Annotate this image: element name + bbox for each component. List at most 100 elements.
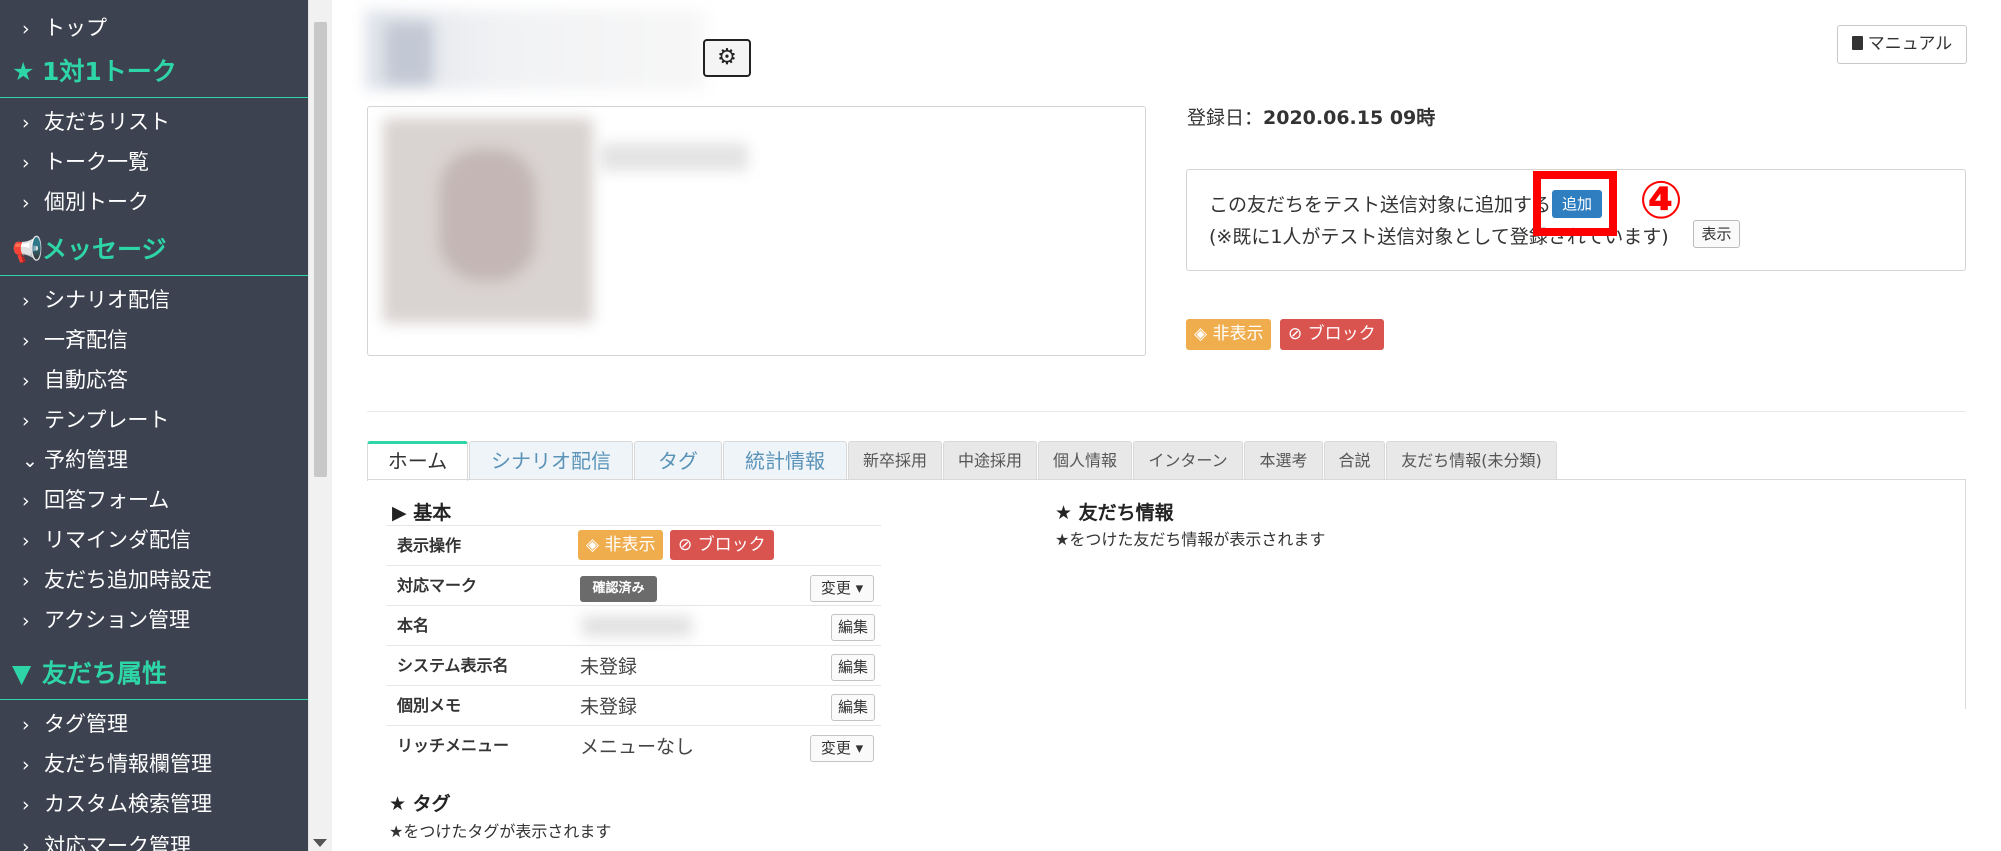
sidebar-scrollbar[interactable] — [308, 0, 332, 851]
chevron-right-icon: › — [22, 570, 30, 592]
block-button[interactable]: ⊘ ブロック — [1280, 319, 1384, 350]
chevron-right-icon: › — [22, 610, 30, 632]
sidebar-label: 回答フォーム — [44, 488, 170, 512]
book-icon — [1851, 36, 1863, 50]
sidebar-label: 個別トーク — [44, 190, 149, 214]
change-rich-menu-button[interactable]: 変更 ▾ — [810, 735, 874, 762]
friend-info-note: ★をつけた友だち情報が表示されます — [1055, 530, 1326, 549]
tab-body-border — [367, 479, 1966, 480]
sidebar-label: 1対1トーク — [42, 57, 177, 86]
mark-badge: 確認済み — [580, 576, 657, 602]
sidebar-label: アクション管理 — [44, 608, 190, 632]
scroll-down-arrow-icon[interactable] — [313, 839, 327, 847]
ban-icon: ⊘ — [678, 535, 698, 555]
chevron-right-icon: › — [22, 490, 30, 512]
chevron-right-icon: › — [22, 330, 30, 352]
edit-real-name-button[interactable]: 編集 — [831, 614, 875, 641]
tab-body-border-right — [1965, 479, 1966, 709]
sidebar-item-17[interactable]: › 友だち情報欄管理 — [0, 744, 308, 784]
edit-system-name-button[interactable]: 編集 — [831, 654, 875, 681]
sidebar-item-14[interactable]: › アクション管理 — [0, 600, 308, 640]
sidebar-item-4[interactable]: › 個別トーク — [0, 182, 308, 222]
sidebar-item-9[interactable]: › テンプレート — [0, 400, 308, 440]
row-display-operation: 表示操作 ◈ 非表示 ⊘ ブロック — [387, 525, 881, 565]
sidebar-heading-1: ★ 1対1トーク — [0, 48, 308, 98]
tab-9[interactable]: 合説 — [1324, 441, 1385, 480]
sidebar-item-8[interactable]: › 自動応答 — [0, 360, 308, 400]
sidebar-item-3[interactable]: › トーク一覧 — [0, 142, 308, 182]
real-name-blurred — [582, 616, 692, 636]
sidebar-label: トーク一覧 — [44, 150, 149, 174]
tab-5[interactable]: 中途採用 — [943, 441, 1037, 480]
sidebar-item-6[interactable]: › シナリオ配信 — [0, 280, 308, 320]
chevron-right-icon: › — [22, 794, 30, 816]
sidebar-label: 予約管理 — [44, 448, 128, 472]
row-memo: 個別メモ 未登録 編集 — [387, 685, 881, 725]
row-label: システム表示名 — [397, 656, 509, 675]
eye-slash-icon: ◈ — [1194, 324, 1213, 344]
chevron-right-icon: › — [22, 836, 30, 851]
tab-0[interactable]: ホーム — [367, 441, 468, 481]
ban-icon: ⊘ — [1288, 324, 1308, 344]
tab-4[interactable]: 新卒採用 — [848, 441, 942, 480]
sidebar: › トップ ★ 1対1トーク › 友だちリスト › トーク一覧 › 個別トーク 📢メッセージ › シナリ… — [0, 0, 308, 851]
chevron-right-icon: › — [22, 192, 30, 214]
sidebar-label: トップ — [44, 16, 107, 40]
chevron-right-icon: › — [22, 18, 30, 40]
tab-8[interactable]: 本選考 — [1244, 441, 1323, 480]
chevron-right-icon: › — [22, 152, 30, 174]
row-label: 個別メモ — [397, 696, 462, 715]
sidebar-label: テンプレート — [44, 408, 170, 432]
sidebar-item-18[interactable]: › カスタム検索管理 — [0, 784, 308, 824]
sidebar-label: 友だち情報欄管理 — [44, 752, 212, 776]
tab-7[interactable]: インターン — [1133, 441, 1243, 480]
sidebar-label: 友だち追加時設定 — [44, 568, 212, 592]
row-system-name: システム表示名 未登録 編集 — [387, 645, 881, 685]
tab-3[interactable]: 統計情報 — [723, 441, 847, 480]
chevron-right-icon: › — [22, 290, 30, 312]
sidebar-item-7[interactable]: › 一斉配信 — [0, 320, 308, 360]
sidebar-label: カスタム検索管理 — [44, 792, 212, 816]
tab-10[interactable]: 友だち情報(未分類) — [1386, 441, 1557, 480]
megaphone-icon: 📢 — [12, 235, 44, 264]
account-avatar-blurred — [385, 22, 433, 84]
row-block-button[interactable]: ⊘ ブロック — [670, 530, 774, 560]
sidebar-item-13[interactable]: › 友だち追加時設定 — [0, 560, 308, 600]
scrollbar-thumb[interactable] — [314, 22, 327, 477]
row-hide-button[interactable]: ◈ 非表示 — [578, 530, 664, 560]
sidebar-item-0[interactable]: › トップ — [0, 8, 308, 48]
registered-date: 登録日：2020.06.15 09時 — [1187, 107, 1436, 129]
sidebar-item-19[interactable]: › 対応マーク管理 — [0, 826, 308, 851]
sidebar-item-2[interactable]: › 友だちリスト — [0, 102, 308, 142]
sidebar-item-10[interactable]: ⌄ 予約管理 — [0, 440, 308, 480]
tab-1[interactable]: シナリオ配信 — [469, 441, 633, 480]
sidebar-label: 友だち属性 — [42, 659, 168, 688]
sidebar-label: 対応マーク管理 — [44, 834, 191, 851]
row-label: 本名 — [397, 616, 430, 635]
tag-section-title: ★ タグ — [389, 793, 451, 815]
show-test-targets-button[interactable]: 表示 — [1693, 220, 1740, 248]
profile-figure-blurred — [440, 150, 535, 280]
edit-memo-button[interactable]: 編集 — [831, 694, 875, 721]
settings-gear-button[interactable]: ⚙ — [703, 39, 751, 77]
sidebar-item-12[interactable]: › リマインダ配信 — [0, 520, 308, 560]
manual-button[interactable]: マニュアル — [1837, 25, 1967, 64]
friend-info-title: ★ 友だち情報 — [1055, 502, 1174, 524]
row-label: 表示操作 — [397, 536, 462, 555]
chevron-right-icon: › — [22, 714, 30, 736]
change-mark-button[interactable]: 変更 ▾ — [810, 575, 874, 602]
row-rich-menu: リッチメニュー メニューなし 変更 ▾ — [387, 725, 881, 765]
sidebar-label: 一斉配信 — [44, 328, 128, 352]
tab-6[interactable]: 個人情報 — [1038, 441, 1132, 480]
memo-value: 未登録 — [580, 696, 638, 718]
sidebar-label: シナリオ配信 — [44, 288, 170, 312]
row-label: リッチメニュー — [397, 736, 510, 755]
chevron-right-icon: › — [22, 370, 30, 392]
row-mark: 対応マーク 確認済み 変更 ▾ — [387, 565, 881, 605]
sidebar-item-11[interactable]: › 回答フォーム — [0, 480, 308, 520]
tab-2[interactable]: タグ — [634, 441, 722, 480]
hide-button[interactable]: ◈ 非表示 — [1186, 319, 1272, 350]
sidebar-item-16[interactable]: › タグ管理 — [0, 704, 308, 744]
row-real-name: 本名 編集 — [387, 605, 881, 645]
gear-icon: ⚙ — [717, 45, 737, 70]
